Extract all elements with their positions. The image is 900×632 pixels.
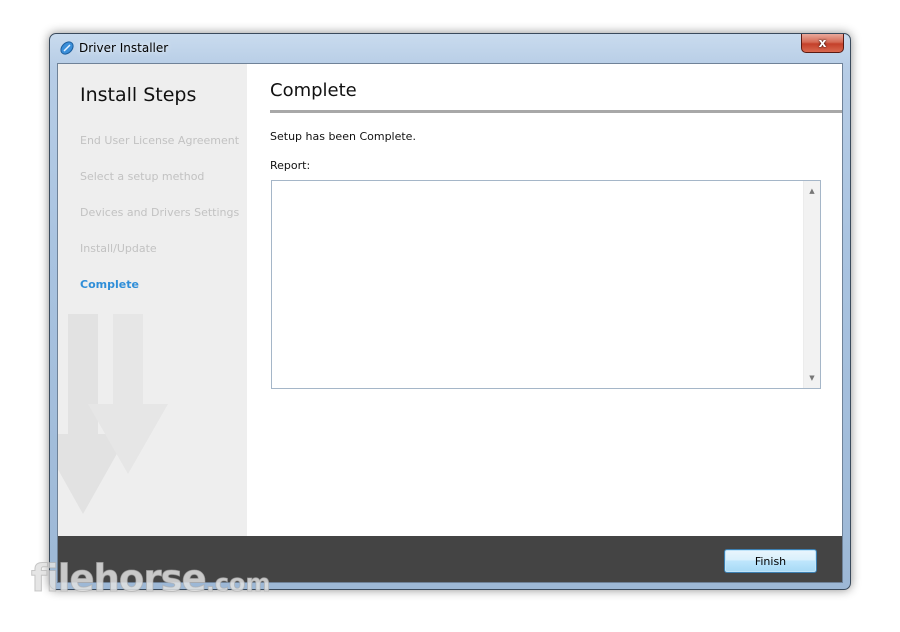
- watermark-text: filehorse: [31, 557, 208, 601]
- window-title: Driver Installer: [79, 41, 169, 55]
- installer-window: Driver Installer x Install Steps End Use…: [49, 33, 851, 590]
- step-setup-method: Select a setup method: [80, 170, 205, 183]
- watermark-suffix: .com: [205, 569, 271, 598]
- scroll-up-icon[interactable]: ▲: [804, 183, 820, 199]
- report-textarea[interactable]: ▲ ▼: [271, 180, 821, 389]
- status-message: Setup has been Complete.: [270, 130, 416, 143]
- filehorse-watermark: filehorse.com: [31, 557, 272, 601]
- step-install-update: Install/Update: [80, 242, 157, 255]
- step-complete: Complete: [80, 278, 139, 291]
- title-bar[interactable]: Driver Installer x: [50, 34, 850, 62]
- title-divider: [270, 110, 842, 113]
- finish-button[interactable]: Finish: [724, 549, 817, 573]
- steps-sidebar: Install Steps End User License Agreement…: [58, 64, 247, 536]
- arrow-decoration-icon: [58, 314, 168, 514]
- step-devices-drivers-settings: Devices and Drivers Settings: [80, 206, 240, 219]
- report-label: Report:: [270, 159, 311, 172]
- step-eula: End User License Agreement: [80, 134, 240, 147]
- close-button[interactable]: x: [801, 34, 844, 53]
- scroll-down-icon[interactable]: ▼: [804, 370, 820, 386]
- close-icon: x: [818, 36, 827, 50]
- client-area: Install Steps End User License Agreement…: [57, 63, 843, 583]
- sidebar-title: Install Steps: [80, 84, 197, 106]
- driver-app-icon: [59, 40, 75, 56]
- report-scrollbar[interactable]: ▲ ▼: [803, 181, 820, 388]
- page-title: Complete: [270, 80, 357, 101]
